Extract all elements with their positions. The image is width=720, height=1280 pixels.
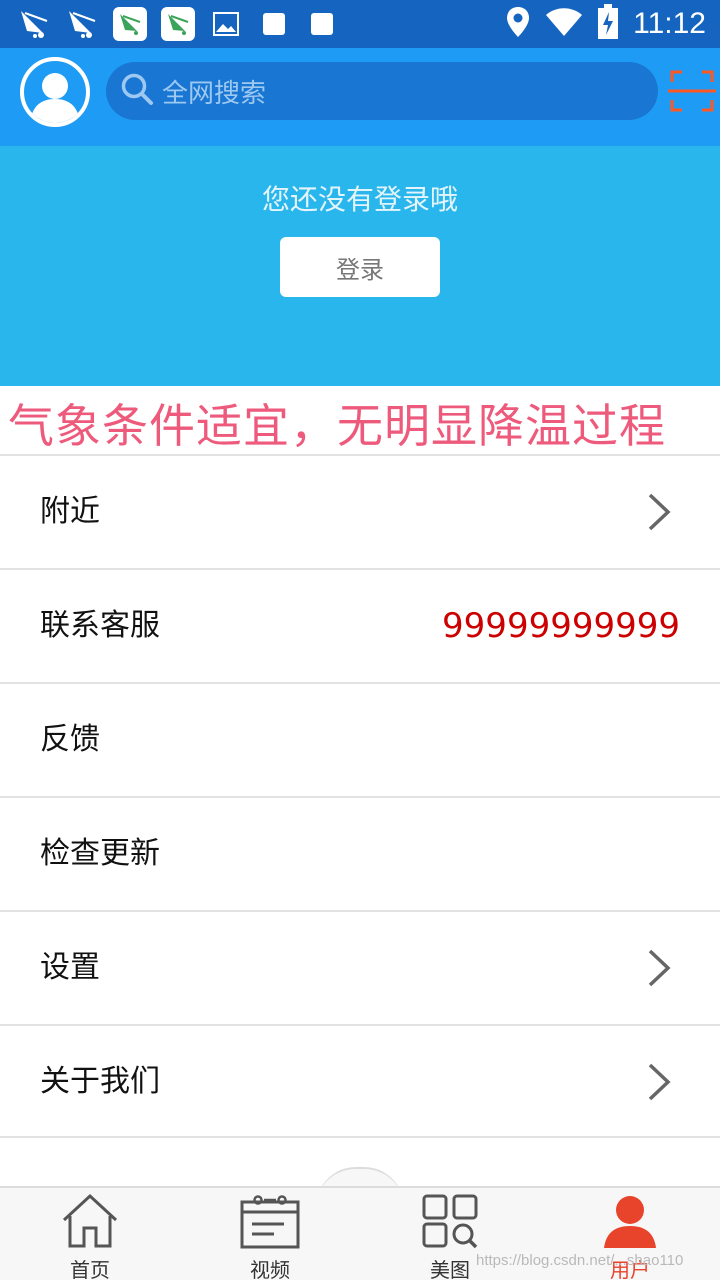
image-icon [208,6,244,42]
menu-item-label: 附近 [40,494,100,529]
menu-item-label: 联系客服 [40,608,160,643]
chevron-right-icon [644,1062,674,1102]
nav-tab-label: 首页 [70,1258,110,1280]
battery-icon [597,4,619,44]
nav-tab-video[interactable]: 视频 [210,1188,330,1280]
menu-item-customer-service[interactable]: 联系客服 99999999999 [0,568,720,682]
wifi-icon [545,7,583,41]
menu-item-check-update[interactable]: 检查更新 [0,796,720,910]
chevron-right-icon [644,948,674,988]
system-icons: 11:12 [505,4,706,44]
kite-icon [64,6,100,42]
notice-marquee: 气象条件适宜，无明显降温过程 [0,386,720,454]
login-banner: 您还没有登录哦 登录 [0,146,720,386]
nav-tab-home[interactable]: 首页 [30,1188,150,1280]
menu-item-nearby[interactable]: 附近 [0,454,720,568]
user-icon [600,1192,660,1250]
app-icon [160,6,196,42]
notification-icons [16,6,352,42]
nav-tab-label: 视频 [250,1258,290,1280]
menu-item-settings[interactable]: 设置 [0,910,720,1024]
avatar-icon[interactable] [20,57,90,127]
chevron-right-icon [644,492,674,532]
menu-item-label: 设置 [40,950,100,985]
video-icon [240,1192,300,1250]
status-bar: 11:12 [0,0,720,48]
search-input[interactable]: 全网搜索 [106,62,658,120]
top-header: 全网搜索 [0,48,720,146]
square-icon [304,6,340,42]
marquee-text: 气象条件适宜，无明显降温过程 [8,399,666,453]
gallery-icon [420,1192,480,1250]
menu-item-label: 反馈 [40,722,100,757]
service-phone-number[interactable]: 99999999999 [442,570,680,682]
search-placeholder: 全网搜索 [162,78,267,109]
menu-item-feedback[interactable]: 反馈 [0,682,720,796]
kite-icon [16,6,52,42]
status-time: 11:12 [633,7,706,40]
app-icon [112,6,148,42]
menu-item-label: 检查更新 [40,836,160,871]
scan-icon[interactable] [668,68,716,114]
location-icon [505,6,531,42]
square-icon [256,6,292,42]
search-icon [120,72,154,110]
login-button[interactable]: 登录 [280,237,440,297]
login-prompt: 您还没有登录哦 [261,183,458,216]
menu-item-label: 关于我们 [40,1064,160,1099]
watermark: https://blog.csdn.net/...shao110 [476,1252,684,1269]
menu-list: 附近 联系客服 99999999999 反馈 检查更新 设置 关于我们 [0,454,720,1138]
home-icon [60,1192,120,1250]
menu-item-about-us[interactable]: 关于我们 [0,1024,720,1138]
